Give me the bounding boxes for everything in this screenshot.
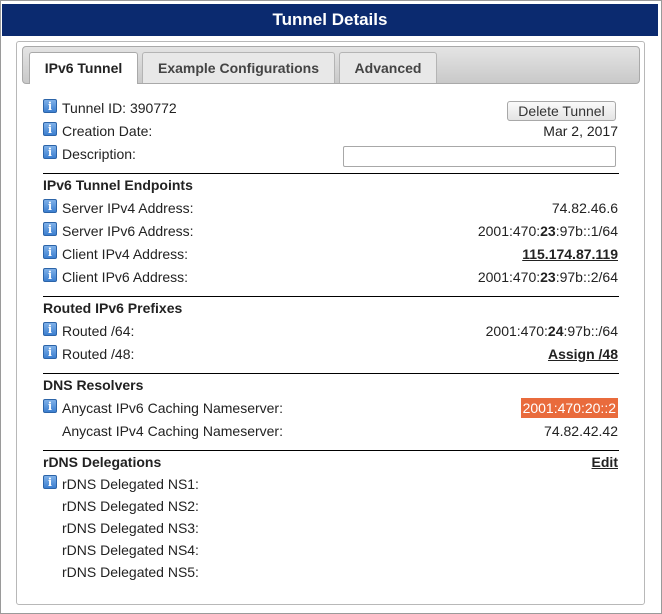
- dns-ipv4-value: 74.82.42.42: [544, 423, 618, 439]
- creation-date-label: Creation Date:: [62, 123, 153, 139]
- rdns-ns4-row: rDNS Delegated NS4:: [43, 540, 618, 560]
- tunnel-panel: IPv6 Tunnel Example Configurations Advan…: [16, 41, 645, 605]
- section-divider: [43, 373, 619, 374]
- info-icon[interactable]: i: [43, 222, 57, 236]
- rdns-ns2-row: rDNS Delegated NS2:: [43, 496, 618, 516]
- rdns-ns5-row: rDNS Delegated NS5:: [43, 562, 618, 582]
- section-divider: [43, 450, 619, 451]
- info-icon[interactable]: i: [43, 399, 57, 413]
- info-icon[interactable]: i: [43, 322, 57, 336]
- info-icon[interactable]: i: [43, 245, 57, 259]
- client-ipv4-link[interactable]: 115.174.87.119: [522, 244, 618, 264]
- routed-64-label: Routed /64:: [62, 323, 135, 339]
- client-ipv4-row: i Client IPv4 Address: 115.174.87.119: [43, 244, 618, 264]
- client-ipv6-row: i Client IPv6 Address: 2001:470:23:97b::…: [43, 267, 618, 287]
- info-icon[interactable]: i: [43, 475, 57, 489]
- rdns-ns3-label: rDNS Delegated NS3:: [62, 520, 199, 536]
- tab-advanced[interactable]: Advanced: [339, 52, 437, 83]
- description-input[interactable]: [343, 146, 616, 167]
- creation-date-value: Mar 2, 2017: [543, 123, 618, 139]
- dns-ipv6-row: i Anycast IPv6 Caching Nameserver: 2001:…: [43, 398, 618, 418]
- server-ipv6-value: 2001:470:23:97b::1/64: [477, 223, 618, 239]
- dns-ipv4-row: Anycast IPv4 Caching Nameserver: 74.82.4…: [43, 421, 618, 441]
- section-divider: [43, 173, 619, 174]
- rdns-ns2-label: rDNS Delegated NS2:: [62, 498, 199, 514]
- server-ipv4-value: 74.82.46.6: [551, 200, 618, 216]
- tab-bar: IPv6 Tunnel Example Configurations Advan…: [22, 46, 640, 84]
- client-ipv6-value: 2001:470:23:97b::2/64: [477, 269, 618, 285]
- info-icon[interactable]: i: [43, 99, 57, 113]
- tab-ipv6-tunnel[interactable]: IPv6 Tunnel: [29, 52, 138, 84]
- info-icon[interactable]: i: [43, 268, 57, 282]
- server-ipv4-label: Server IPv4 Address:: [62, 200, 194, 216]
- endpoints-title: IPv6 Tunnel Endpoints: [43, 177, 193, 193]
- dns-ipv4-label: Anycast IPv4 Caching Nameserver:: [62, 423, 283, 439]
- routed-64-value: 2001:470:24:97b::/64: [485, 323, 618, 339]
- dns-ipv6-value[interactable]: 2001:470:20::2: [520, 398, 618, 418]
- server-ipv6-label: Server IPv6 Address:: [62, 223, 194, 239]
- info-icon[interactable]: i: [43, 345, 57, 359]
- rdns-ns1-row: i rDNS Delegated NS1:: [43, 474, 618, 494]
- window-title: Tunnel Details: [2, 4, 658, 36]
- assign-48-link[interactable]: Assign /48: [548, 344, 618, 364]
- client-ipv4-label: Client IPv4 Address:: [62, 246, 189, 262]
- rdns-ns3-row: rDNS Delegated NS3:: [43, 518, 618, 538]
- dns-ipv6-label: Anycast IPv6 Caching Nameserver:: [62, 400, 283, 416]
- routed-64-row: i Routed /64: 2001:470:24:97b::/64: [43, 321, 618, 341]
- routed-48-row: i Routed /48: Assign /48: [43, 344, 618, 364]
- info-icon[interactable]: i: [43, 199, 57, 213]
- rdns-ns4-label: rDNS Delegated NS4:: [62, 542, 199, 558]
- server-ipv4-row: i Server IPv4 Address: 74.82.46.6: [43, 198, 618, 218]
- rdns-ns1-label: rDNS Delegated NS1:: [62, 476, 199, 492]
- delete-tunnel-button[interactable]: Delete Tunnel: [507, 101, 616, 121]
- server-ipv6-row: i Server IPv6 Address: 2001:470:23:97b::…: [43, 221, 618, 241]
- info-icon[interactable]: i: [43, 122, 57, 136]
- info-icon[interactable]: i: [43, 145, 57, 159]
- creation-date-row: i Creation Date: Mar 2, 2017: [43, 121, 618, 141]
- routed-48-label: Routed /48:: [62, 346, 135, 362]
- description-label: Description:: [62, 146, 136, 162]
- tab-example-configurations[interactable]: Example Configurations: [142, 52, 335, 83]
- dns-title: DNS Resolvers: [43, 377, 144, 393]
- prefixes-title: Routed IPv6 Prefixes: [43, 300, 183, 316]
- rdns-ns5-label: rDNS Delegated NS5:: [62, 564, 199, 580]
- client-ipv6-label: Client IPv6 Address:: [62, 269, 189, 285]
- section-divider: [43, 296, 619, 297]
- rdns-edit-row: Edit: [43, 452, 618, 472]
- tunnel-id-label: Tunnel ID: 390772: [62, 100, 177, 116]
- rdns-edit-link[interactable]: Edit: [592, 452, 618, 472]
